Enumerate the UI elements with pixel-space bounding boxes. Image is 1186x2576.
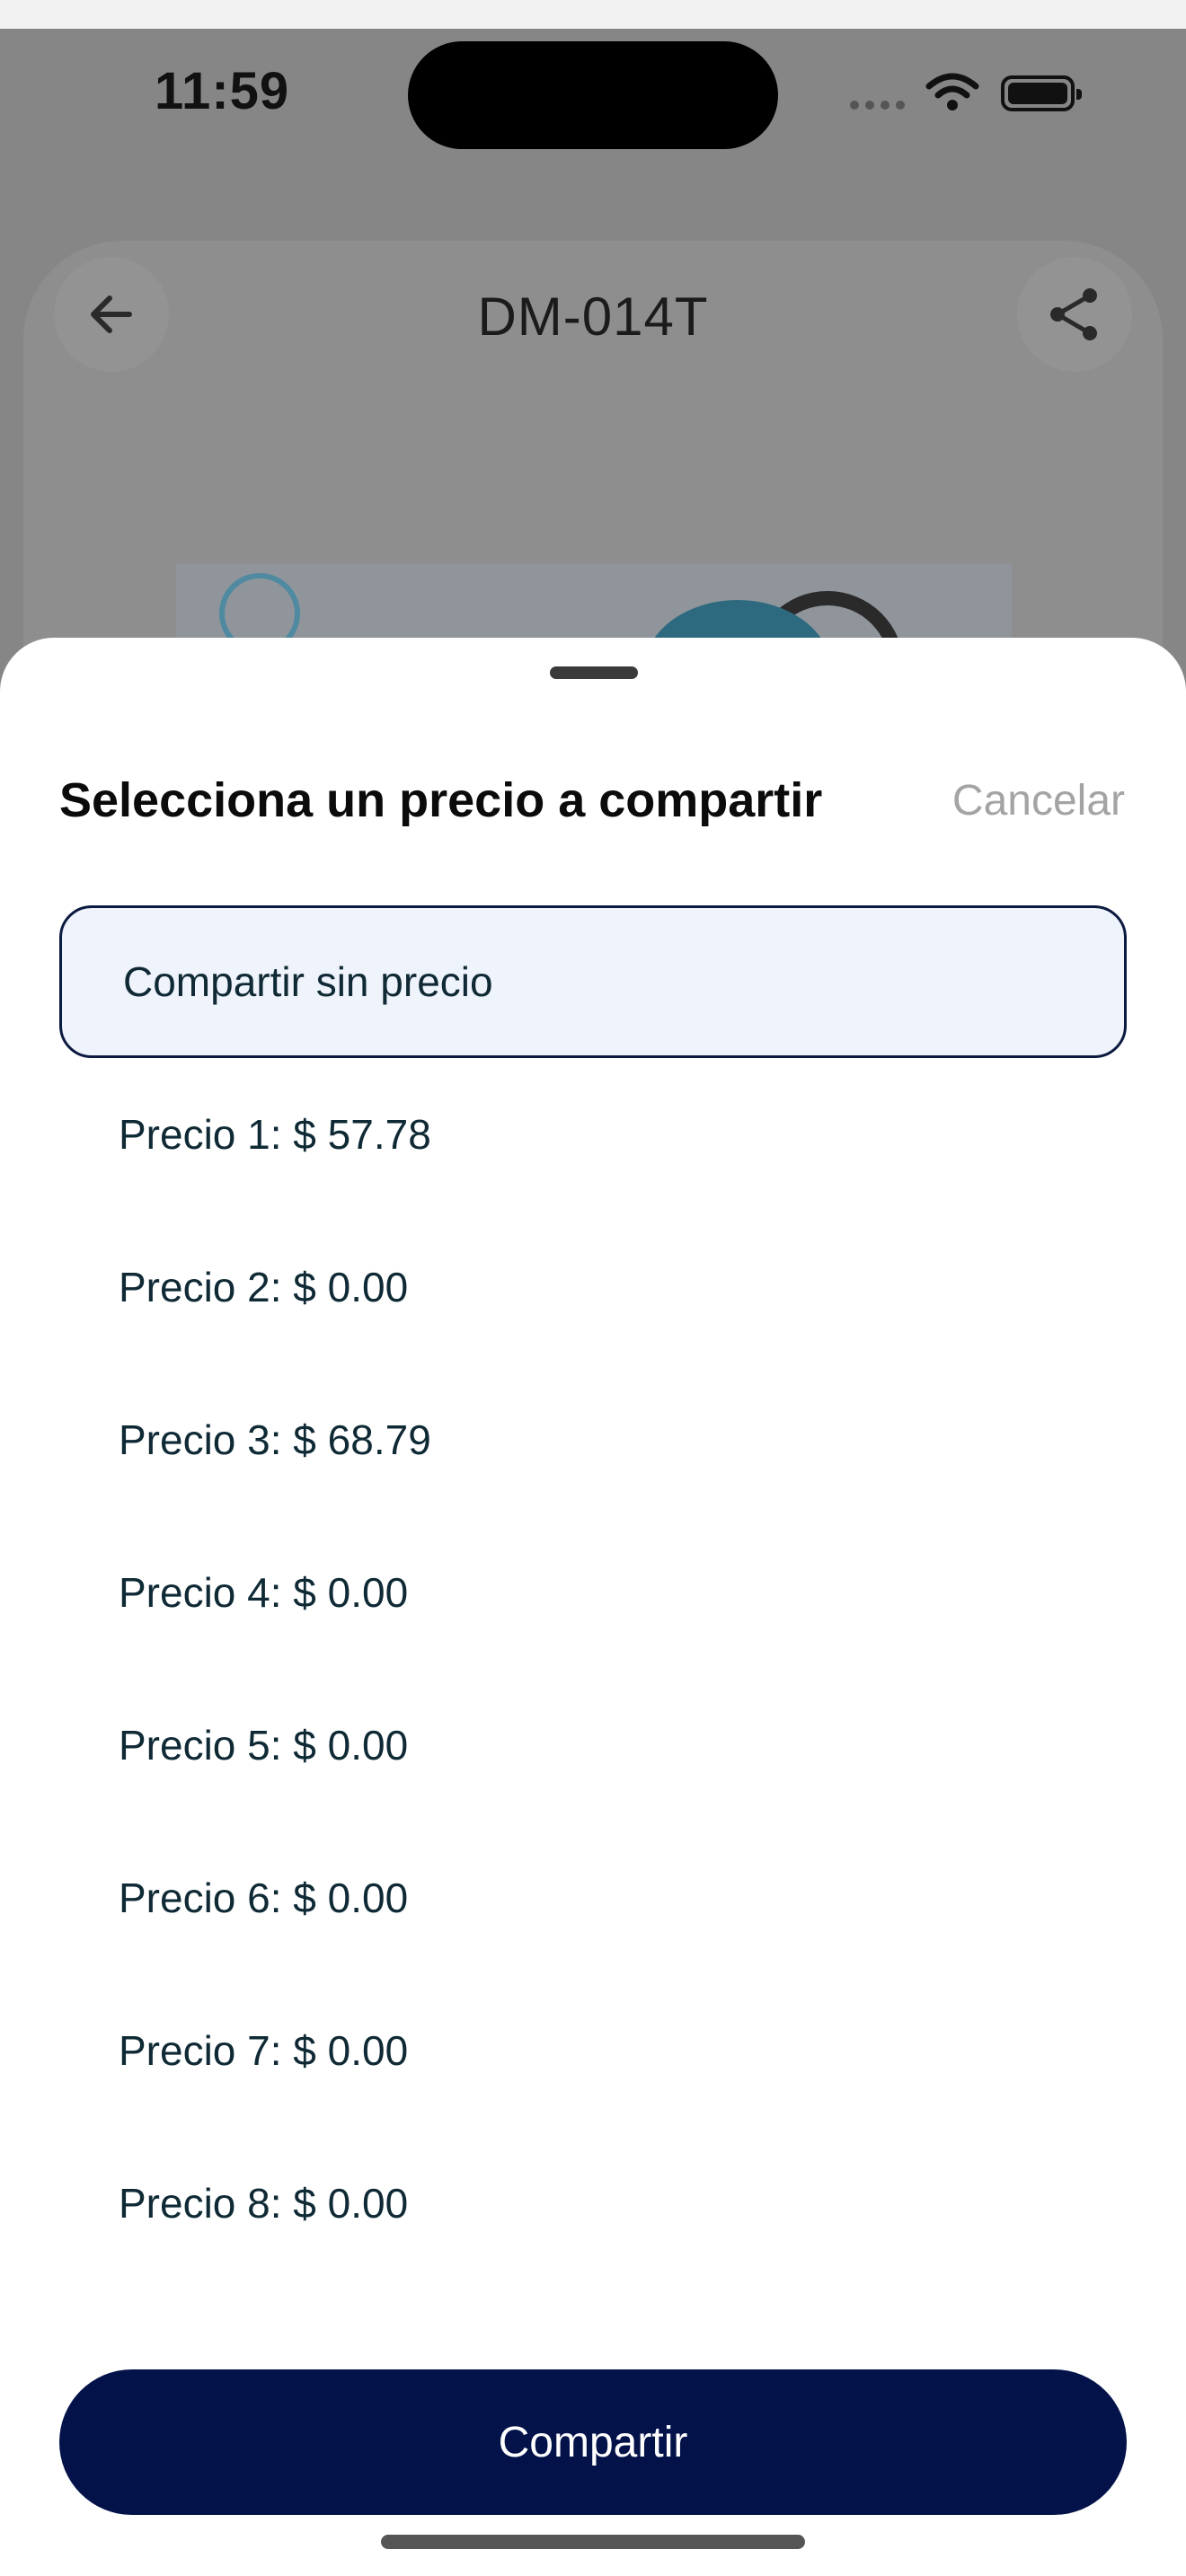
option-price-6[interactable]: Precio 6: $ 0.00 bbox=[59, 1822, 1127, 1974]
option-share-without-price[interactable]: Compartir sin precio bbox=[59, 905, 1127, 1058]
option-price-1[interactable]: Precio 1: $ 57.78 bbox=[59, 1058, 1127, 1211]
sheet-title: Selecciona un precio a compartir bbox=[59, 773, 823, 827]
option-price-2[interactable]: Precio 2: $ 0.00 bbox=[59, 1211, 1127, 1363]
sheet-grabber[interactable] bbox=[550, 666, 638, 679]
home-indicator[interactable] bbox=[381, 2535, 805, 2549]
share-button[interactable] bbox=[1017, 257, 1132, 372]
dynamic-island bbox=[408, 41, 778, 149]
cellular-signal-icon bbox=[850, 101, 905, 110]
option-price-8[interactable]: Precio 8: $ 0.00 bbox=[59, 2127, 1127, 2280]
battery-icon bbox=[1001, 75, 1082, 111]
share-icon bbox=[1050, 288, 1097, 340]
product-title: DM-014T bbox=[477, 287, 709, 347]
price-option-list: Compartir sin precio Precio 1: $ 57.78 P… bbox=[59, 905, 1127, 2280]
wifi-icon bbox=[925, 73, 979, 110]
option-price-7[interactable]: Precio 7: $ 0.00 bbox=[59, 1974, 1127, 2127]
option-price-3[interactable]: Precio 3: $ 68.79 bbox=[59, 1363, 1127, 1516]
cancel-button[interactable]: Cancelar bbox=[952, 776, 1125, 825]
top-strip bbox=[0, 0, 1186, 29]
option-price-4[interactable]: Precio 4: $ 0.00 bbox=[59, 1516, 1127, 1669]
status-time: 11:59 bbox=[155, 62, 290, 120]
option-price-5[interactable]: Precio 5: $ 0.00 bbox=[59, 1669, 1127, 1822]
share-submit-button[interactable]: Compartir bbox=[59, 2369, 1127, 2515]
